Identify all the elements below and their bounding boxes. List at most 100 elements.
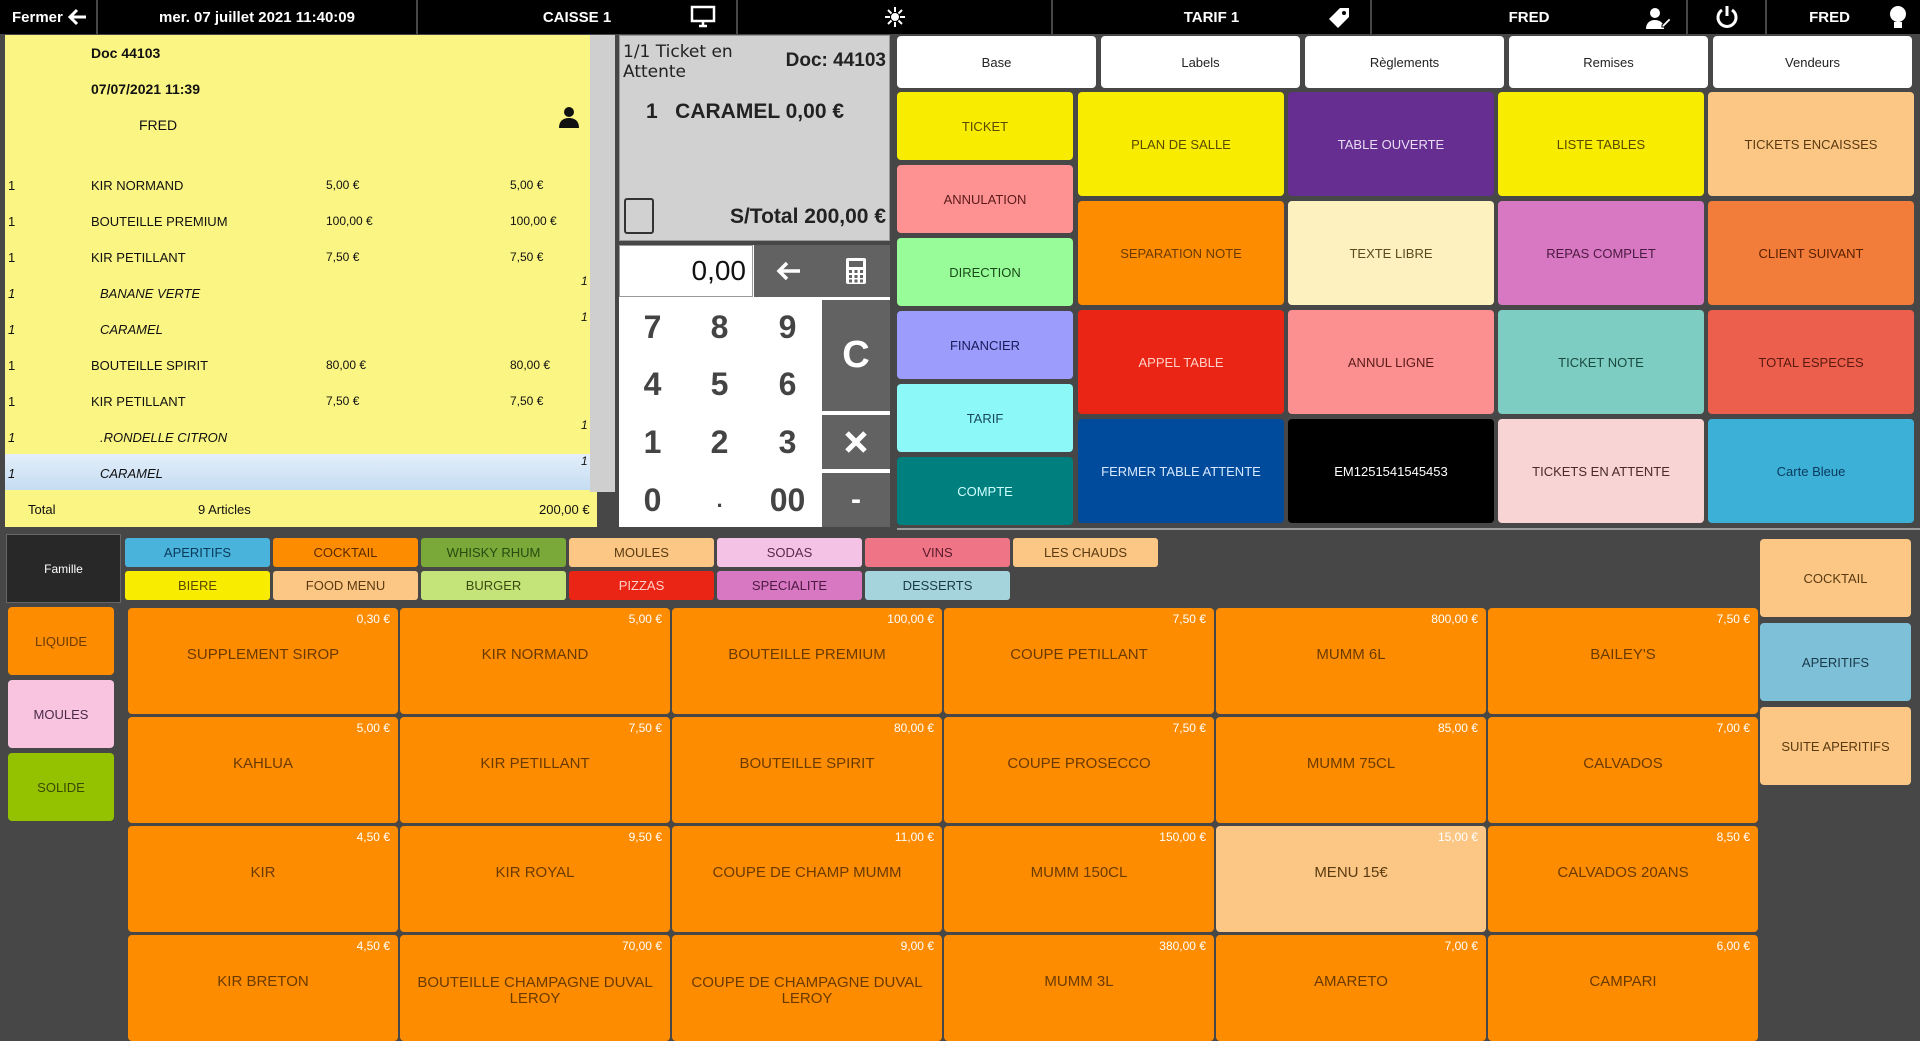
settings-button[interactable] (738, 0, 1053, 34)
ticket-line[interactable]: 1 CARAMEL 1 (5, 454, 595, 490)
function-button[interactable]: EM1251541545453 (1288, 419, 1494, 523)
ticket-scrollbar[interactable] (590, 35, 615, 492)
function-annulation[interactable]: ANNULATION (897, 165, 1073, 233)
product-button[interactable]: 5,00 € KIR NORMAND (400, 608, 670, 714)
person-icon[interactable] (558, 105, 580, 129)
category-button[interactable]: SOLIDE (8, 753, 114, 821)
product-button[interactable]: 85,00 € MUMM 75CL (1216, 717, 1486, 823)
family-button[interactable]: VINS (865, 538, 1010, 567)
family-button[interactable]: APERITIFS (125, 538, 270, 567)
family-button[interactable]: DESSERTS (865, 571, 1010, 600)
key-2[interactable]: 2 (686, 415, 753, 469)
tab-0[interactable]: Base (897, 36, 1096, 88)
product-button[interactable]: 7,00 € AMARETO (1216, 935, 1486, 1041)
product-button[interactable]: 7,50 € COUPE PETILLANT (944, 608, 1214, 714)
product-button[interactable]: 7,50 € BAILEY'S (1488, 608, 1758, 714)
key-0[interactable]: 0 (619, 473, 686, 527)
ticket-line[interactable]: 1 BANANE VERTE 1 (5, 274, 595, 310)
function-button[interactable]: TOTAL ESPECES (1708, 310, 1914, 414)
product-button[interactable]: 150,00 € MUMM 150CL (944, 826, 1214, 932)
user-button[interactable]: FRED (1372, 0, 1688, 34)
function-ticket[interactable]: TICKET (897, 92, 1073, 160)
function-button[interactable]: REPAS COMPLET (1498, 201, 1704, 305)
amount-display[interactable]: 0,00 (619, 245, 753, 297)
product-button[interactable]: 7,50 € KIR PETILLANT (400, 717, 670, 823)
close-button[interactable]: Fermer (0, 0, 98, 34)
seller-button[interactable]: FRED (1767, 0, 1920, 34)
function-financier[interactable]: FINANCIER (897, 311, 1073, 379)
multiply-button[interactable] (822, 415, 890, 469)
key-9[interactable]: 9 (754, 300, 821, 354)
subfamily-button[interactable]: APERITIFS (1760, 623, 1911, 701)
function-direction[interactable]: DIRECTION (897, 238, 1073, 306)
key-1[interactable]: 1 (619, 415, 686, 469)
product-button[interactable]: 80,00 € BOUTEILLE SPIRIT (672, 717, 942, 823)
function-button[interactable]: TICKET NOTE (1498, 310, 1704, 414)
family-button[interactable]: MOULES (569, 538, 714, 567)
product-button[interactable]: 8,50 € CALVADOS 20ANS (1488, 826, 1758, 932)
function-compte[interactable]: COMPTE (897, 457, 1073, 525)
power-button[interactable] (1688, 0, 1767, 34)
ticket-line[interactable]: 1 CARAMEL 1 (5, 310, 595, 346)
subfamily-button[interactable]: SUITE APERITIFS (1760, 707, 1911, 785)
function-button[interactable]: FERMER TABLE ATTENTE (1078, 419, 1284, 523)
tarif-button[interactable]: TARIF 1 (1053, 0, 1372, 34)
tab-3[interactable]: Remises (1509, 36, 1708, 88)
product-button[interactable]: 70,00 € BOUTEILLE CHAMPAGNE DUVAL LEROY (400, 935, 670, 1041)
checkbox[interactable] (624, 198, 654, 234)
product-button[interactable]: 100,00 € BOUTEILLE PREMIUM (672, 608, 942, 714)
minus-button[interactable]: - (822, 473, 890, 527)
family-button[interactable]: PIZZAS (569, 571, 714, 600)
function-button[interactable]: LISTE TABLES (1498, 92, 1704, 196)
function-button[interactable]: TABLE OUVERTE (1288, 92, 1494, 196)
family-button[interactable]: BURGER (421, 571, 566, 600)
product-button[interactable]: 0,30 € SUPPLEMENT SIROP (128, 608, 398, 714)
family-button[interactable]: SODAS (717, 538, 862, 567)
backspace-button[interactable] (754, 245, 821, 297)
product-button[interactable]: 7,00 € CALVADOS (1488, 717, 1758, 823)
product-button[interactable]: 800,00 € MUMM 6L (1216, 608, 1486, 714)
key-6[interactable]: 6 (754, 357, 821, 411)
tab-2[interactable]: Règlements (1305, 36, 1504, 88)
product-button[interactable]: 4,50 € KIR BRETON (128, 935, 398, 1041)
tab-1[interactable]: Labels (1101, 36, 1300, 88)
function-button[interactable]: TEXTE LIBRE (1288, 201, 1494, 305)
key-00[interactable]: 00 (754, 473, 821, 527)
product-button[interactable]: 9,50 € KIR ROYAL (400, 826, 670, 932)
product-button[interactable]: 9,00 € COUPE DE CHAMPAGNE DUVAL LEROY (672, 935, 942, 1041)
key-7[interactable]: 7 (619, 300, 686, 354)
product-button[interactable]: 380,00 € MUMM 3L (944, 935, 1214, 1041)
key-8[interactable]: 8 (686, 300, 753, 354)
ticket-line[interactable]: 1 KIR NORMAND 5,00 € 5,00 € (5, 166, 595, 202)
product-button[interactable]: 5,00 € KAHLUA (128, 717, 398, 823)
function-button[interactable]: CLIENT SUIVANT (1708, 201, 1914, 305)
tab-4[interactable]: Vendeurs (1713, 36, 1912, 88)
calculator-button[interactable] (821, 245, 890, 297)
category-button[interactable]: LIQUIDE (8, 607, 114, 675)
product-button[interactable]: 7,50 € COUPE PROSECCO (944, 717, 1214, 823)
key-4[interactable]: 4 (619, 357, 686, 411)
family-button[interactable]: COCKTAIL (273, 538, 418, 567)
subfamily-button[interactable]: COCKTAIL (1760, 539, 1911, 617)
register-button[interactable]: CAISSE 1 (418, 0, 738, 34)
ticket-line[interactable]: 1 BOUTEILLE PREMIUM 100,00 € 100,00 € (5, 202, 595, 238)
function-button[interactable]: TICKETS EN ATTENTE (1498, 419, 1704, 523)
ticket-line[interactable]: 1 .RONDELLE CITRON 1 (5, 418, 595, 454)
ticket-line[interactable]: 1 KIR PETILLANT 7,50 € 7,50 € (5, 382, 595, 418)
key-5[interactable]: 5 (686, 357, 753, 411)
clear-button[interactable]: C (822, 300, 890, 411)
family-button[interactable]: SPECIALITE (717, 571, 862, 600)
ticket-line[interactable]: 1 BOUTEILLE SPIRIT 80,00 € 80,00 € (5, 346, 595, 382)
family-button[interactable]: WHISKY RHUM (421, 538, 566, 567)
function-button[interactable]: Carte Bleue (1708, 419, 1914, 523)
function-button[interactable]: APPEL TABLE (1078, 310, 1284, 414)
function-button[interactable]: ANNUL LIGNE (1288, 310, 1494, 414)
function-button[interactable]: PLAN DE SALLE (1078, 92, 1284, 196)
product-button[interactable]: 4,50 € KIR (128, 826, 398, 932)
product-button[interactable]: 6,00 € CAMPARI (1488, 935, 1758, 1041)
family-button[interactable]: LES CHAUDS (1013, 538, 1158, 567)
product-button[interactable]: 11,00 € COUPE DE CHAMP MUMM (672, 826, 942, 932)
function-button[interactable]: SEPARATION NOTE (1078, 201, 1284, 305)
key-3[interactable]: 3 (754, 415, 821, 469)
ticket-line[interactable]: 1 KIR PETILLANT 7,50 € 7,50 € (5, 238, 595, 274)
